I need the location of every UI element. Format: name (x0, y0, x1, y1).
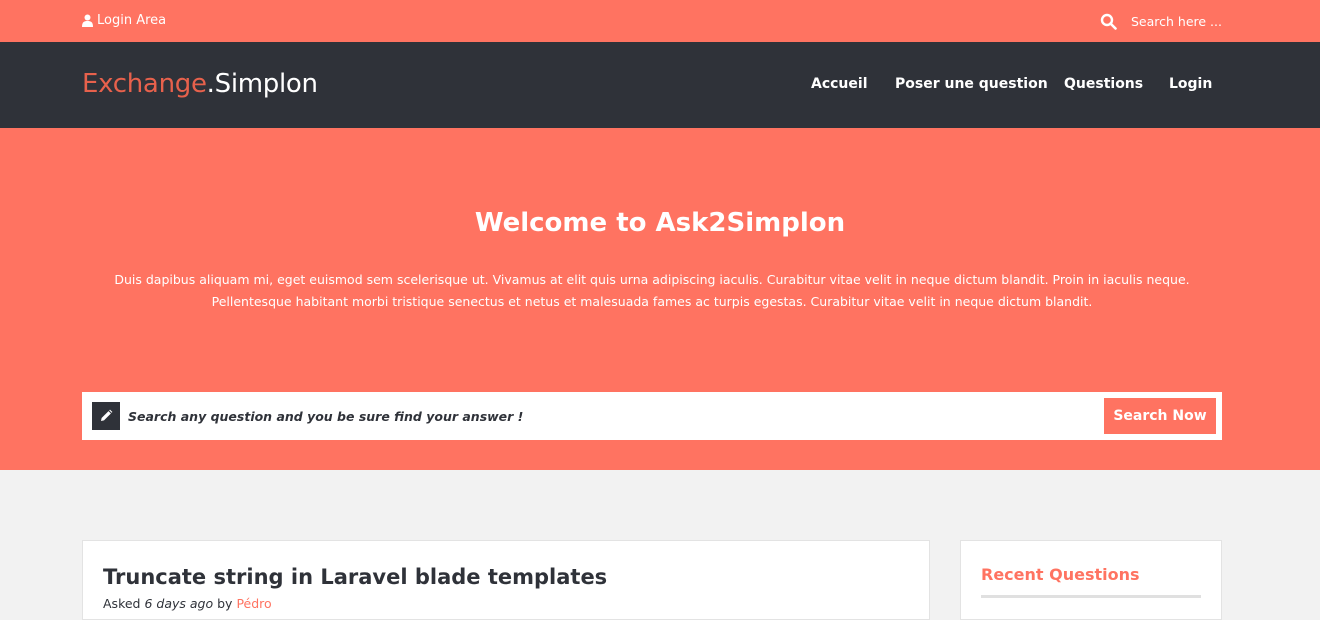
top-bar: Login Area (0, 0, 1320, 42)
recent-questions-widget: Recent Questions (960, 540, 1222, 620)
user-icon (82, 14, 93, 27)
question-meta: Asked 6 days ago by Pédro (103, 596, 272, 611)
recent-questions-title: Recent Questions (981, 565, 1140, 584)
hero-description: Duis dapibus aliquam mi, eget euismod se… (114, 272, 1190, 309)
hero-title: Welcome to Ask2Simplon (474, 208, 846, 238)
nav-item-login[interactable]: Login (1169, 76, 1212, 92)
asked-prefix: Asked (103, 596, 141, 611)
brand-part-1: Exchange (82, 69, 207, 99)
question-search-box: Search Now (82, 392, 1222, 440)
login-area-link[interactable]: Login Area (82, 13, 166, 28)
top-search-input[interactable] (1131, 11, 1241, 31)
search-icon[interactable] (1100, 13, 1117, 30)
nav-item-poser-question[interactable]: Poser une question (895, 76, 1048, 92)
question-search-input[interactable] (128, 404, 1088, 428)
widget-divider (981, 595, 1201, 598)
author-link[interactable]: Pédro (236, 596, 271, 611)
asked-time: 6 days ago (144, 596, 214, 611)
by-word: by (217, 596, 233, 611)
brand-part-2: .Simplon (206, 69, 318, 99)
nav-item-accueil[interactable]: Accueil (811, 76, 868, 92)
question-card: Truncate string in Laravel blade templat… (82, 540, 930, 620)
question-title[interactable]: Truncate string in Laravel blade templat… (103, 565, 607, 589)
brand-logo[interactable]: Exchange.Simplon (82, 69, 318, 99)
login-area-label: Login Area (97, 13, 167, 28)
nav-item-questions[interactable]: Questions (1064, 76, 1143, 92)
main-navbar: Exchange.Simplon Accueil Poser une quest… (0, 42, 1320, 128)
pencil-icon (92, 402, 120, 430)
top-search (1100, 11, 1241, 31)
search-now-button[interactable]: Search Now (1104, 398, 1216, 434)
